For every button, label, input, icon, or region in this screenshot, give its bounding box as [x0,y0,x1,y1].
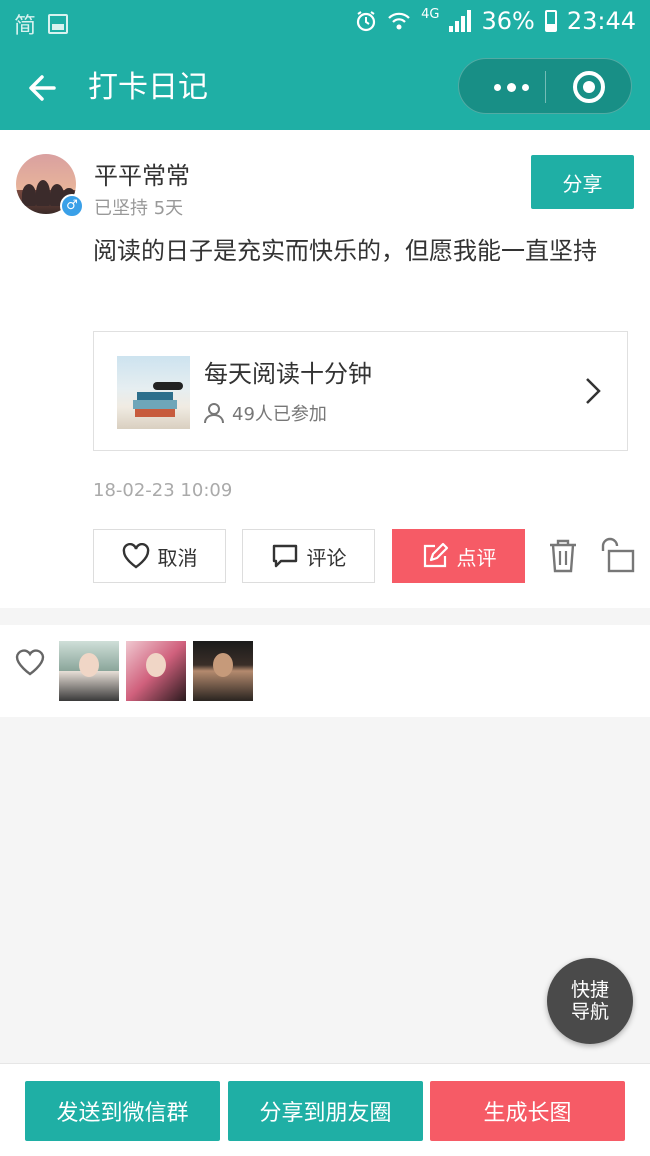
quick-nav-line2: 导航 [570,1001,609,1023]
liker-avatar[interactable] [126,641,186,701]
quick-nav-button[interactable]: 快捷 导航 [547,958,633,1044]
battery-icon [544,10,557,32]
status-left: 简 [14,8,69,40]
comment-icon [272,544,297,568]
likes-row [0,625,650,717]
status-bar: 简 4G 36% 23:44 [0,0,650,46]
members-count: 49人已参加 [232,404,327,425]
status-right: 4G 36% 23:44 [355,7,636,35]
miniprogram-capsule [458,58,632,114]
more-menu-button[interactable] [481,59,541,115]
chevron-right-icon [586,378,601,404]
streak-text: 已坚持 5天 [94,198,184,219]
challenge-card[interactable]: 每天阅读十分钟 49人已参加 [93,331,628,451]
back-arrow-icon[interactable] [24,68,64,108]
liker-avatar[interactable] [59,641,119,701]
post-card: ♂ 平平常常 已坚持 5天 分享 阅读的日子是充实而快乐的，但愿我能一直坚持 每… [0,130,650,608]
cancel-label: 取消 [157,545,198,570]
person-icon [204,403,224,424]
clock: 23:44 [566,7,636,35]
bottom-action-bar: 发送到微信群 分享到朋友圈 生成长图 [0,1063,650,1156]
alarm-icon [357,11,376,32]
unlock-icon[interactable] [599,537,637,573]
close-miniprogram-button[interactable] [573,71,605,103]
share-button[interactable]: 分享 [531,155,634,209]
edit-icon [423,542,448,568]
post-text: 阅读的日子是充实而快乐的，但愿我能一直坚持 [93,237,597,265]
image-notification-icon [48,14,69,34]
status-char: 简 [14,14,37,39]
comment-label: 评论 [306,545,347,570]
heart-icon [122,543,149,569]
post-timestamp: 18-02-23 10:09 [93,480,233,501]
send-to-group-button[interactable]: 发送到微信群 [25,1081,220,1141]
post-actions: 取消 评论 点评 [93,529,638,583]
challenge-thumbnail [117,356,190,429]
wifi-icon [388,12,410,30]
review-label: 点评 [456,545,497,570]
quick-nav-line1: 快捷 [570,979,609,1001]
trash-icon[interactable] [548,539,578,573]
comment-button[interactable]: 评论 [242,529,375,583]
page-title: 打卡日记 [88,70,208,105]
generate-image-button[interactable]: 生成长图 [430,1081,625,1141]
network-type: 4G [421,6,440,22]
challenge-title: 每天阅读十分钟 [204,360,372,388]
heart-outline-icon [15,649,45,676]
male-gender-icon: ♂ [60,194,84,218]
challenge-members: 49人已参加 [204,400,327,426]
liker-avatar[interactable] [193,641,253,701]
nav-bar: 打卡日记 [0,46,650,130]
share-moments-button[interactable]: 分享到朋友圈 [228,1081,423,1141]
cancel-like-button[interactable]: 取消 [93,529,226,583]
username[interactable]: 平平常常 [94,156,190,191]
battery-percent: 36% [481,7,535,35]
signal-icon [449,10,472,32]
review-button[interactable]: 点评 [392,529,525,583]
capsule-divider [545,71,546,103]
